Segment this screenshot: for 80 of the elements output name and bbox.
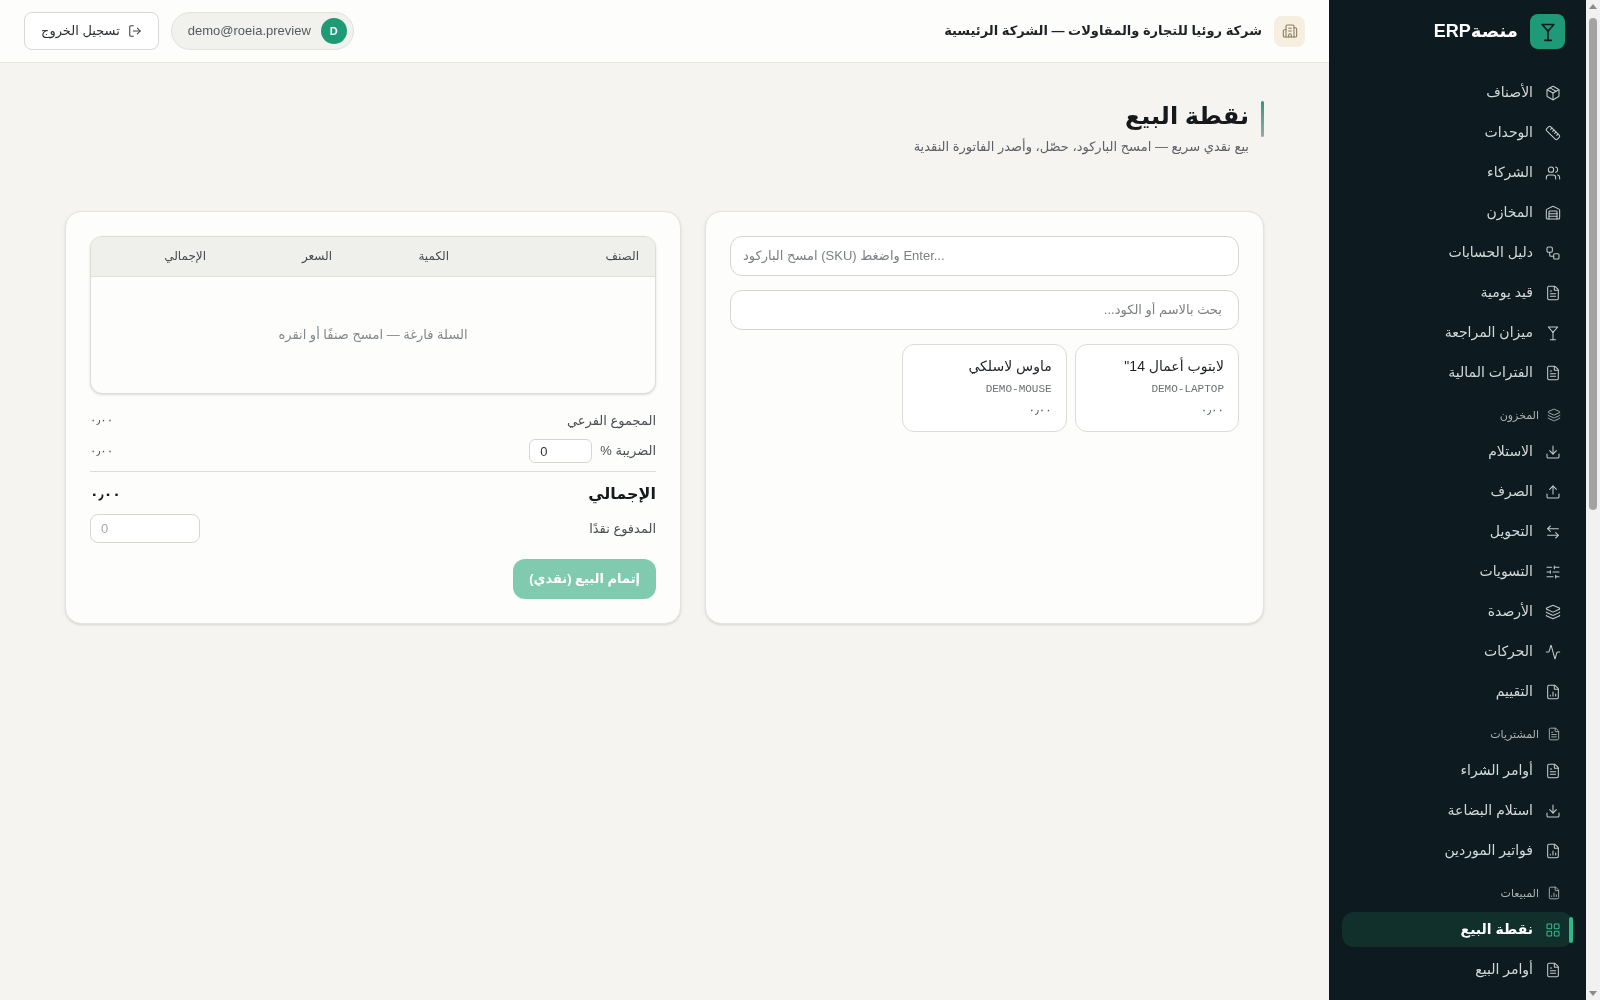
product-sku: DEMO-MOUSE	[985, 381, 1052, 397]
sidebar-item[interactable]: التقييم	[1342, 674, 1573, 709]
column-header: الكمية	[417, 248, 450, 265]
section-title: المشتريات	[1490, 726, 1539, 743]
glass-icon	[1545, 324, 1561, 341]
sidebar-item[interactable]: الأرصدة	[1342, 594, 1573, 629]
sidebar-item[interactable]: نقطة البيع	[1342, 912, 1573, 947]
document-icon	[1545, 961, 1561, 978]
sidebar-item[interactable]: الأصناف	[1342, 75, 1573, 110]
upload-icon	[1545, 483, 1561, 500]
document-icon	[1545, 364, 1561, 381]
glass-logo-icon	[1530, 14, 1565, 49]
ruler-icon	[1545, 124, 1561, 141]
sidebar-item[interactable]: الفترات المالية	[1342, 355, 1573, 390]
company-name: شركة روئيا للتجارة والمقاولات — الشركة الرئيسية	[944, 22, 1262, 41]
swap-arrows-icon	[1545, 523, 1561, 540]
box-icon	[1545, 84, 1561, 101]
layers-icon	[1545, 603, 1561, 620]
page-subtitle: بيع نقدي سريع — امسح الباركود، حصّل، وأصدر الفاتورة النقدية	[913, 137, 1249, 157]
barcode-field[interactable]: امسح الباركود (SKU) واضغط Enter...	[730, 235, 1239, 276]
brand-name: منصةERP	[1433, 20, 1518, 43]
section-title: المبيعات	[1500, 885, 1539, 901]
users-icon	[1545, 164, 1561, 181]
grid-icon	[1545, 921, 1561, 938]
sidebar-item[interactable]: التحويل	[1342, 514, 1573, 549]
document-icon	[1547, 727, 1561, 741]
sidebar-item[interactable]: أوامر الشراء	[1342, 753, 1573, 788]
column-header: الإجمالي	[163, 248, 207, 265]
document-icon	[1545, 762, 1561, 779]
download-icon	[1545, 443, 1561, 460]
section-title: المخزون	[1499, 407, 1539, 424]
summary-value: ٠٫٠٠	[90, 443, 114, 460]
summary-label: الضريبة %	[600, 442, 656, 461]
sliders-icon	[1545, 563, 1561, 580]
summary-label: المجموع الفرعي	[567, 411, 656, 430]
logout-button[interactable]: تسجيل الخروج	[24, 12, 159, 50]
column-header: السعر	[300, 248, 333, 265]
summary-label: الإجمالي	[588, 484, 656, 506]
sidebar-item[interactable]: فواتير الموردين	[1342, 833, 1573, 868]
sidebar-item[interactable]: استلام البضاعة	[1342, 793, 1573, 828]
summary-value: ٠٫٠٠	[90, 484, 121, 504]
empty-cart-message: السلة فارغة — امسح صنفًا أو انقره	[278, 325, 468, 345]
title-accent-bar	[1261, 101, 1264, 137]
product-name: ماوس لاسلكي	[968, 356, 1052, 377]
page-title: نقطة البيع	[1123, 101, 1249, 131]
warehouse-icon	[1545, 204, 1561, 221]
sidebar-item[interactable]: المخازن	[1342, 195, 1573, 230]
sidebar-item[interactable]: الصرف	[1342, 474, 1573, 509]
chart-document-icon	[1545, 842, 1561, 859]
sidebar-item[interactable]: الوحدات	[1342, 115, 1573, 150]
sidebar-item[interactable]: الحركات	[1342, 634, 1573, 669]
active-indicator	[1569, 916, 1573, 943]
sidebar-item[interactable]: أوامر البيع	[1342, 952, 1573, 987]
summary-value: ٠٫٠٠	[90, 412, 114, 430]
sidebar-item[interactable]: ميزان المراجعة	[1342, 315, 1573, 350]
sidebar-item[interactable]: التسويات	[1342, 554, 1573, 589]
chart-document-icon	[1547, 886, 1561, 900]
tax-rate-field[interactable]: 0	[529, 439, 593, 463]
logout-icon	[127, 24, 142, 38]
chart-document-icon	[1545, 683, 1561, 700]
scrollbar[interactable]	[1586, 0, 1600, 1000]
sidebar-item[interactable]: الشركاء	[1342, 155, 1573, 190]
sidebar-item[interactable]: دليل الحسابات	[1342, 235, 1573, 270]
product-name: لابتوب أعمال 14"	[1124, 356, 1224, 377]
column-header: الصنف	[604, 248, 640, 265]
product-price: ٠٫٠٠	[1028, 402, 1052, 420]
layers-icon	[1547, 408, 1561, 422]
product-sku: DEMO-LAPTOP	[1151, 381, 1224, 397]
building-icon	[1274, 15, 1305, 47]
download-icon	[1545, 802, 1561, 819]
document-icon	[1545, 284, 1561, 301]
flowchart-icon	[1545, 244, 1561, 261]
sidebar-item[interactable]: قيد يومية	[1342, 275, 1573, 310]
summary-label: المدفوع نقدًا	[589, 519, 656, 539]
pulse-icon	[1545, 643, 1561, 660]
product-price: ٠٫٠٠	[1200, 402, 1224, 420]
user-avatar: D	[320, 18, 347, 44]
cash-paid-field[interactable]: 0	[90, 514, 200, 543]
sidebar-item[interactable]: الاستلام	[1342, 434, 1573, 469]
user-email: demo@roeia.preview	[187, 22, 311, 41]
